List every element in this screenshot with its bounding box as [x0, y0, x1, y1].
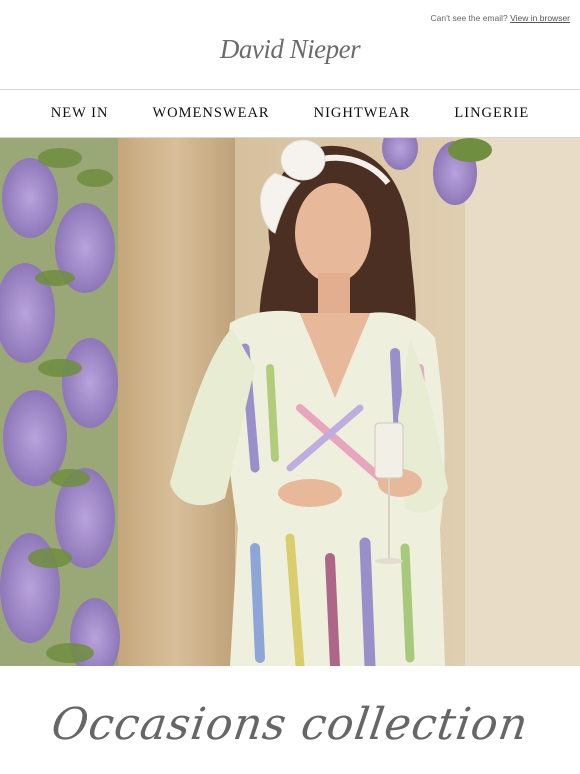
hands	[278, 479, 342, 507]
headline-text: Occasions collection	[48, 698, 532, 750]
preheader-text: Can't see the email?	[430, 13, 508, 23]
nav-item-new-in[interactable]: NEW IN	[51, 105, 109, 122]
hero-illustration	[0, 138, 580, 666]
nav-item-womenswear[interactable]: WOMENSWEAR	[152, 105, 269, 122]
logo-row: David Nieper	[0, 30, 580, 89]
neck	[318, 273, 350, 318]
brand-logo[interactable]: David Nieper	[220, 34, 361, 65]
nav-item-nightwear[interactable]: NIGHTWEAR	[314, 105, 411, 122]
right-wall	[465, 138, 580, 666]
preheader-wrap: Can't see the email? View in browser	[431, 13, 570, 23]
face	[295, 183, 371, 283]
collection-headline: Occasions collection	[0, 666, 580, 774]
nav-item-lingerie[interactable]: LINGERIE	[454, 105, 529, 122]
view-in-browser-link[interactable]: View in browser	[510, 13, 570, 23]
hero-image[interactable]	[0, 138, 580, 666]
preheader: Can't see the email? View in browser	[0, 0, 580, 30]
main-nav: NEW IN WOMENSWEAR NIGHTWEAR LINGERIE	[0, 89, 580, 138]
leaves-top-right	[448, 138, 492, 162]
